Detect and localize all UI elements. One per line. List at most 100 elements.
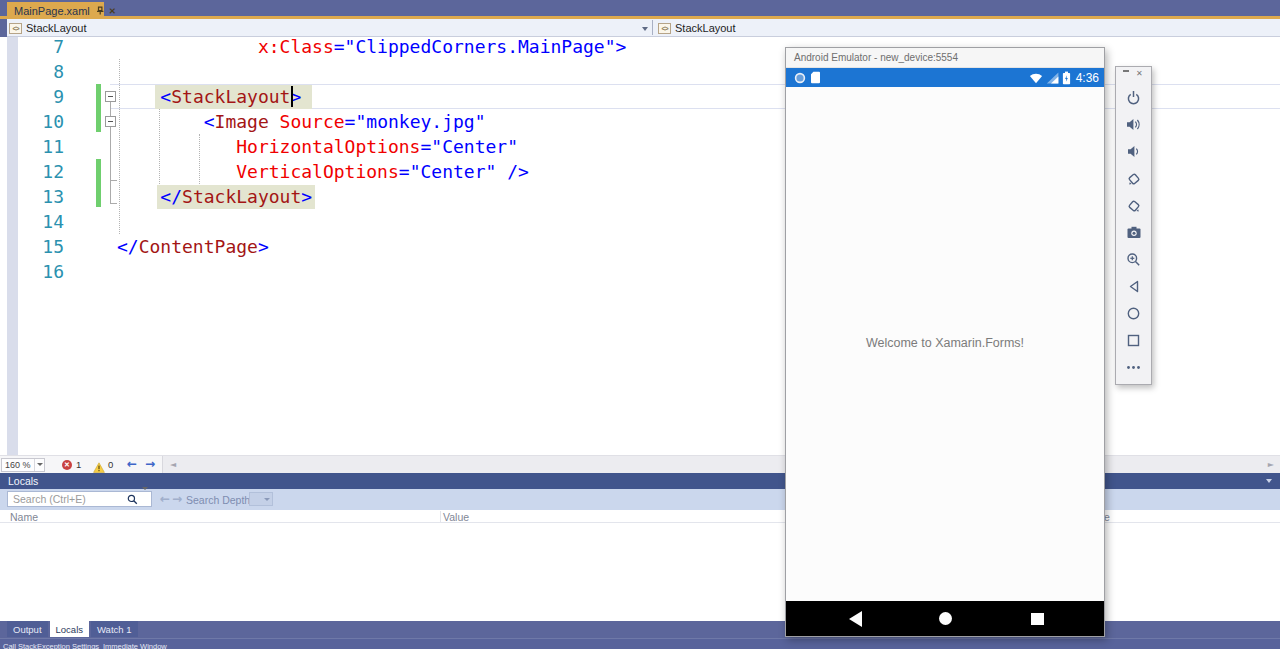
overview-button[interactable] [1116,327,1151,354]
tab-label: MainPage.xaml [14,5,90,17]
chevron-down-icon[interactable] [642,27,648,31]
outline-end-tick [110,180,117,181]
breakpoint-margin[interactable] [7,37,18,455]
window-menu-icon[interactable] [1266,479,1272,483]
search-input[interactable]: Search (Ctrl+E) [7,491,152,507]
welcome-label: Welcome to Xamarin.Forms! [786,336,1104,350]
emulator-toolbar-buttons [1116,84,1151,381]
navbar-separator [652,20,653,35]
volume-up-button[interactable] [1116,111,1151,138]
back-button[interactable] [1116,273,1151,300]
android-nav-bar [786,601,1104,636]
column-header-name[interactable]: Name [10,511,38,523]
bottom-window-strip: Call StackException Settings Immediate Wi… [0,638,1280,649]
volume-down-button[interactable] [1116,138,1151,165]
outline-line [110,102,111,116]
element-selector-label: StackLayout [675,22,736,34]
search-depth-combo[interactable] [249,492,273,506]
line-number: 10 [18,109,64,134]
element-selector-left[interactable]: <> StackLayout [9,22,87,34]
tab-mainpage-xaml[interactable]: MainPage.xaml ✕ [7,2,104,19]
column-separator[interactable] [440,511,441,522]
code-line-7[interactable]: x:Class="ClippedCorners.MainPage"> [117,37,626,59]
element-selector-label: StackLayout [26,22,87,34]
window-tab-immediate-window[interactable]: Immediate Window [103,642,167,649]
emulator-toolbar[interactable]: ✕ [1115,66,1152,385]
search-back-icon[interactable]: ← [160,492,170,506]
error-count[interactable]: 1 [76,459,81,470]
close-icon[interactable]: ✕ [1136,69,1143,78]
power-button[interactable] [1116,84,1151,111]
navigate-back-icon[interactable]: ← [127,457,137,471]
emulator-title-bar[interactable]: Android Emulator - new_device:5554 [786,48,1104,68]
code-lines[interactable]: x:Class="ClippedCorners.MainPage"> <Stac… [117,37,626,284]
column-header-value[interactable]: Value [443,511,469,523]
chevron-down-icon[interactable] [142,487,148,507]
code-line-10[interactable]: <Image Source="monkey.jpg" [117,109,626,134]
code-line-14[interactable] [117,209,626,234]
line-number: 15 [18,234,64,259]
android-home-button[interactable] [939,612,952,625]
chevron-down-icon [37,463,43,466]
scroll-left-icon[interactable]: ◄ [170,460,176,469]
screenshot-button[interactable] [1116,219,1151,246]
warning-count[interactable]: 0 [108,459,113,470]
line-numbers: 78910111213141516 [18,37,64,284]
close-icon[interactable]: ✕ [109,6,116,16]
tool-tab-locals[interactable]: Locals [50,621,89,637]
xml-element-icon: <> [9,23,22,34]
horizontal-scrollbar[interactable]: ◄ ► [162,456,1280,473]
wifi-icon [1029,72,1043,84]
emulator-screen[interactable]: Welcome to Xamarin.Forms! [786,87,1104,601]
text-caret [291,86,293,107]
battery-icon [1062,71,1071,85]
rotate-left-button[interactable] [1116,165,1151,192]
android-status-bar: 4:36 [786,68,1104,87]
code-line-9[interactable]: <StackLayout> [117,84,626,109]
pin-icon[interactable] [96,5,104,17]
android-recents-button[interactable] [1031,613,1044,625]
line-number: 16 [18,259,64,284]
search-forward-icon[interactable]: → [172,492,182,506]
search-icon[interactable] [127,491,138,509]
document-tab-strip: MainPage.xaml ✕ [0,0,1280,19]
collapse-button[interactable] [105,116,116,127]
code-line-12[interactable]: VerticalOptions="Center" /> [117,159,626,184]
navigation-bar: <> StackLayout <> StackLayout [0,19,1280,37]
home-button[interactable] [1116,300,1151,327]
change-tracking-bar [96,159,101,207]
line-number: 13 [18,184,64,209]
code-line-8[interactable] [117,59,626,84]
code-line-11[interactable]: HorizontalOptions="Center" [117,134,626,159]
tool-tab-watch-1[interactable]: Watch 1 [91,621,138,637]
change-tracking-bar [96,84,101,132]
status-bar-clock: 4:36 [1076,71,1099,85]
navigate-forward-icon[interactable]: → [145,457,155,471]
line-number: 11 [18,134,64,159]
scroll-right-icon[interactable]: ► [1268,460,1274,469]
visual-studio-window: MainPage.xaml ✕ <> StackLayout <> StackL… [0,0,1280,649]
more-button[interactable] [1116,354,1151,381]
xml-element-icon: <> [658,23,671,34]
line-number: 8 [18,59,64,84]
outline-end-tick [110,203,117,204]
collapse-button[interactable] [105,91,116,102]
outline-line [110,127,111,203]
tool-tab-output[interactable]: Output [7,621,48,637]
android-back-button[interactable] [849,611,862,627]
rotate-right-button[interactable] [1116,192,1151,219]
line-number: 14 [18,209,64,234]
code-line-15[interactable]: </ContentPage> [117,234,626,259]
code-line-13[interactable]: </StackLayout> [117,184,626,209]
zoom-level-value: 160 % [2,460,34,470]
zoom-level-combo[interactable]: 160 % [1,458,45,472]
android-emulator-window[interactable]: Android Emulator - new_device:5554 4:36 … [785,47,1105,637]
element-selector-right[interactable]: <> StackLayout [658,22,736,34]
error-icon[interactable]: ✕ [62,460,72,470]
zoom-button[interactable] [1116,246,1151,273]
window-tab-exception-settings[interactable]: Exception Settings [37,642,99,649]
code-line-16[interactable] [117,259,626,284]
window-tab-call-stack[interactable]: Call Stack [3,642,37,649]
locals-title: Locals [8,475,38,487]
minimize-icon[interactable] [1123,70,1129,72]
